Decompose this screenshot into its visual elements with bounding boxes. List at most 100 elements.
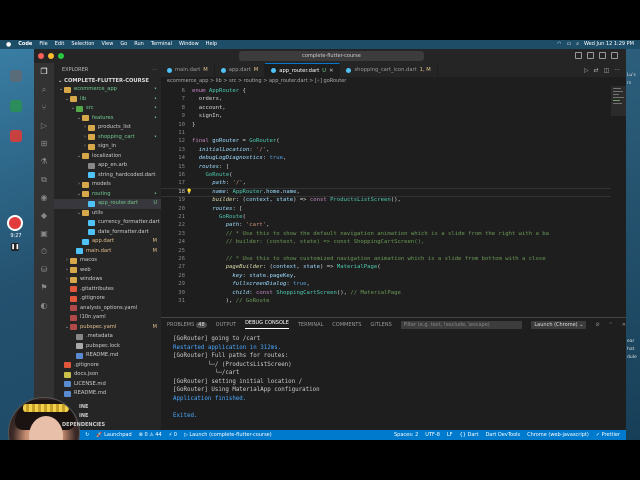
status-item[interactable]: Chrome (web-javascript) xyxy=(527,430,589,440)
more-actions-icon[interactable]: ··· xyxy=(614,67,620,74)
apple-icon[interactable]: ● xyxy=(6,40,11,49)
editor-tab[interactable]: app_router.dart U ✕ xyxy=(265,63,341,78)
toggle-secondary-sidebar-icon[interactable] xyxy=(599,52,606,59)
code-line[interactable]: final goRouter = GoRouter( xyxy=(192,138,280,144)
code-line[interactable]: name: AppRouter.home.name, xyxy=(192,189,300,195)
code-line[interactable]: signIn, xyxy=(192,113,223,119)
code-line[interactable]: routes: [ xyxy=(192,164,229,170)
debug-session-select[interactable]: Launch (Chrome) ⌄ xyxy=(531,320,587,329)
clear-console-icon[interactable]: ⊘ xyxy=(595,322,599,328)
panel-tab-problems[interactable]: PROBLEMS 48 xyxy=(167,321,207,328)
code-line[interactable]: // builder: (context, state) => const Sh… xyxy=(192,239,425,245)
menu-file[interactable]: File xyxy=(39,40,47,49)
outline-label[interactable]: INE xyxy=(79,404,88,410)
code-line[interactable]: builder: (context, state) => const Produ… xyxy=(192,197,401,203)
close-tab-icon[interactable]: ✕ xyxy=(329,64,333,78)
folder-item[interactable]: › shopping_cart • xyxy=(54,133,161,143)
editor-tab[interactable]: shopping_cart_icon.dart 1, M xyxy=(340,63,438,77)
code-line[interactable]: pageBuilder: (context, state) => Materia… xyxy=(192,264,381,270)
remote-explorer-icon[interactable]: ⧉ xyxy=(39,175,49,185)
dock-app-icon[interactable] xyxy=(10,70,22,82)
panel-tab-gitlens[interactable]: GITLENS xyxy=(370,322,391,328)
breadcrumb[interactable]: ecommerce_app > lib > src > routing > ap… xyxy=(161,77,626,86)
compare-icon[interactable]: ⇄ xyxy=(594,67,599,74)
menu-run[interactable]: Run xyxy=(134,40,144,49)
extensions-icon[interactable]: ⊞ xyxy=(39,139,49,149)
code-line[interactable]: orders, xyxy=(192,96,223,102)
close-window-button[interactable] xyxy=(38,53,44,59)
dock-app-icon[interactable] xyxy=(10,100,22,112)
code-line[interactable]: child: const ShoppingCartScreen(), // Ma… xyxy=(192,290,400,296)
panel-tab-comments[interactable]: COMMENTS xyxy=(332,322,361,328)
status-item[interactable]: ⊗ 0 ⚠ 44 xyxy=(139,430,162,440)
file-item[interactable]: l10n.yaml xyxy=(54,313,161,323)
menubar-datetime[interactable]: Wed Jun 12 1:29 PM xyxy=(584,40,634,49)
outline-label[interactable]: INE xyxy=(79,413,88,419)
file-item[interactable]: app_router.dart U xyxy=(54,199,161,209)
code-line[interactable]: fullscreenDialog: true, xyxy=(192,281,310,287)
timeline-icon[interactable]: ⏱ xyxy=(39,247,49,257)
file-item[interactable]: README.md xyxy=(54,351,161,361)
code-line[interactable]: // * Use this to show the default naviga… xyxy=(192,231,549,237)
wifi-icon[interactable]: ◠ xyxy=(557,40,561,49)
status-item[interactable]: UTF-8 xyxy=(425,430,440,440)
menu-go[interactable]: Go xyxy=(120,40,127,49)
more-actions-icon[interactable]: ··· xyxy=(152,63,157,77)
status-item[interactable]: ✓ Prettier xyxy=(596,430,620,440)
battery-icon[interactable]: ▭ xyxy=(566,40,571,49)
docker-icon[interactable]: ▣ xyxy=(39,229,49,239)
gitlens-icon[interactable]: ◉ xyxy=(39,193,49,203)
panel-tab-output[interactable]: OUTPUT xyxy=(216,322,236,328)
record-stop-button[interactable] xyxy=(7,215,23,231)
file-item[interactable]: LICENSE.md xyxy=(54,380,161,390)
menu-help[interactable]: Help xyxy=(206,40,217,49)
menu-edit[interactable]: Edit xyxy=(55,40,65,49)
folder-item[interactable]: ⌄ features • xyxy=(54,114,161,124)
status-item[interactable]: 🚀 Launchpad xyxy=(96,430,131,440)
folder-item[interactable]: ⌄ routing • xyxy=(54,190,161,200)
folder-item[interactable]: ⌄ lib • xyxy=(54,95,161,105)
code-line[interactable]: GoRoute( xyxy=(192,172,232,178)
editor-tab[interactable]: app.dart M xyxy=(215,63,266,77)
file-item[interactable]: analysis_options.yaml xyxy=(54,304,161,314)
file-item[interactable]: .gitignore xyxy=(54,294,161,304)
file-item[interactable]: .gitignore xyxy=(54,361,161,371)
status-item[interactable]: Dart DevTools xyxy=(485,430,520,440)
file-item[interactable]: app_en.arb xyxy=(54,161,161,171)
testing-icon[interactable]: ⚗ xyxy=(39,157,49,167)
maximize-panel-icon[interactable]: ⌃ xyxy=(609,322,613,328)
split-editor-icon[interactable]: ◫ xyxy=(604,67,610,74)
file-item[interactable]: README.md xyxy=(54,389,161,399)
code-line[interactable]: path: '/', xyxy=(192,180,246,186)
debug-console-output[interactable]: [GoRouter] going to /cart Restarted appli… xyxy=(161,331,626,420)
flutter-icon[interactable]: ◆ xyxy=(39,211,49,221)
dock-app-icon[interactable] xyxy=(10,130,22,142)
search-icon[interactable]: ⌕ xyxy=(39,85,49,95)
folder-item[interactable]: ⌄ src • xyxy=(54,104,161,114)
file-item[interactable]: .metadata xyxy=(54,332,161,342)
code-line[interactable]: initialLocation: '/', xyxy=(192,147,270,153)
minimap[interactable] xyxy=(611,86,626,317)
code-line[interactable]: account, xyxy=(192,105,226,111)
zoom-window-button[interactable] xyxy=(58,53,64,59)
file-item[interactable]: ⌄ pubspec.yaml M xyxy=(54,323,161,333)
lightbulb-icon[interactable]: 💡 xyxy=(186,189,192,195)
file-item[interactable]: pubspec.lock xyxy=(54,342,161,352)
folder-item[interactable]: › macos xyxy=(54,256,161,266)
file-item[interactable]: currency_formatter.dart xyxy=(54,218,161,228)
menu-window[interactable]: Window xyxy=(179,40,199,49)
code-line[interactable]: // * Use this to show customized navigat… xyxy=(192,256,546,262)
code-line[interactable]: } xyxy=(192,122,195,128)
menu-app-name[interactable]: Code xyxy=(18,40,32,49)
database-icon[interactable]: ⛁ xyxy=(39,265,49,275)
panel-tab-debug-console[interactable]: DEBUG CONSOLE xyxy=(245,320,289,329)
toggle-panel-icon[interactable] xyxy=(587,52,594,59)
minimize-window-button[interactable] xyxy=(48,53,54,59)
explorer-icon[interactable]: ❐ xyxy=(39,67,49,77)
source-control-icon[interactable]: ⑂ xyxy=(39,103,49,113)
code-line[interactable]: routes: [ xyxy=(192,206,242,212)
file-item[interactable]: docs.json xyxy=(54,370,161,380)
folder-item[interactable]: › windows xyxy=(54,275,161,285)
dependencies-label[interactable]: DEPENDENCIES xyxy=(62,422,105,428)
menu-view[interactable]: View xyxy=(101,40,113,49)
